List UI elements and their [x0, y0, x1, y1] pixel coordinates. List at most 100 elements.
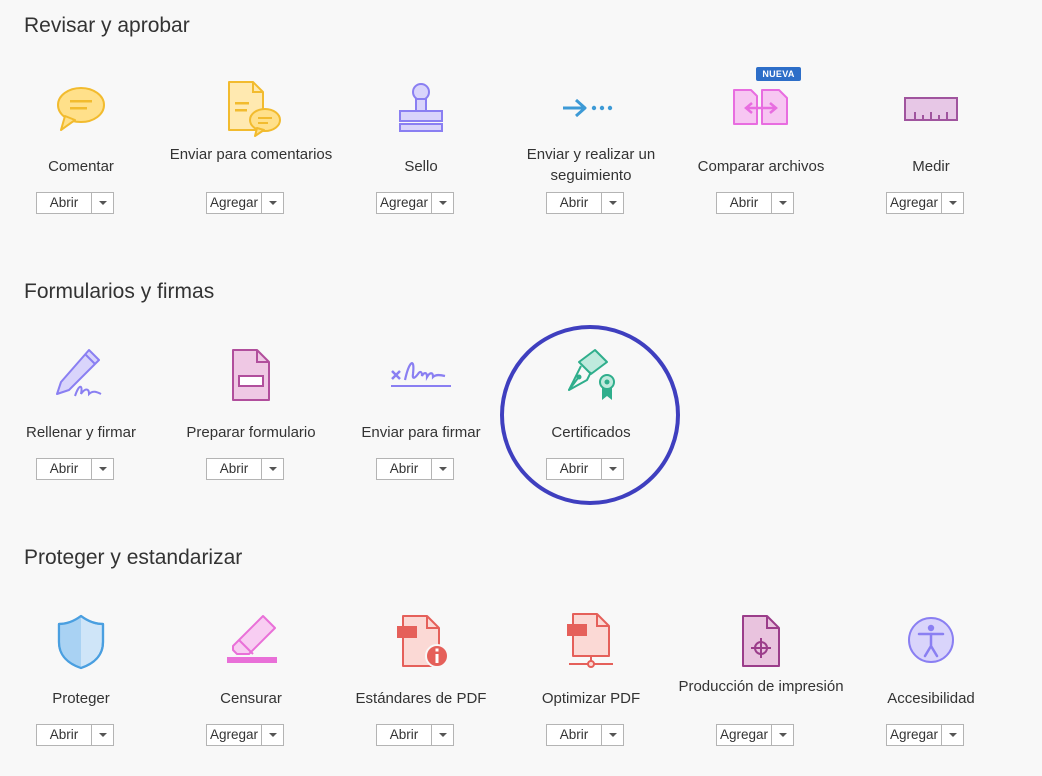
tool-button-group: Agregar	[886, 192, 964, 214]
add-button[interactable]: Agregar	[377, 193, 432, 213]
prepare-form-icon	[219, 344, 283, 408]
dropdown-button[interactable]	[602, 725, 623, 745]
dropdown-button[interactable]	[942, 193, 963, 213]
tool-label: Accesibilidad	[887, 690, 975, 707]
send-for-comments-icon	[219, 78, 283, 142]
tool-label: Censurar	[220, 690, 282, 707]
chevron-down-icon	[608, 201, 617, 205]
tool-send-for-comments[interactable]: Enviar para comentarios Agregar	[166, 78, 336, 228]
add-button[interactable]: Agregar	[207, 725, 262, 745]
tool-label: Rellenar y firmar	[25, 424, 137, 441]
open-button[interactable]: Abrir	[37, 725, 92, 745]
dropdown-button[interactable]	[262, 193, 283, 213]
dropdown-button[interactable]	[432, 459, 453, 479]
tool-button-group: Abrir	[376, 458, 454, 480]
tool-label: Producción de impresión	[678, 678, 844, 695]
tool-button-group: Agregar	[206, 724, 284, 746]
dropdown-button[interactable]	[92, 193, 113, 213]
tool-fill-and-sign[interactable]: Rellenar y firmar Abrir	[0, 344, 166, 494]
tool-button-group: Abrir	[716, 192, 794, 214]
tool-label: Medir	[912, 158, 950, 175]
tool-optimize-pdf[interactable]: Optimizar PDF Abrir	[506, 610, 676, 760]
section-title-forms: Formularios y firmas	[24, 280, 215, 303]
tool-label: Optimizar PDF	[541, 690, 641, 707]
send-and-track-icon	[559, 78, 623, 142]
tool-protect[interactable]: Proteger Abrir	[0, 610, 166, 760]
print-production-icon	[729, 610, 793, 674]
dropdown-button[interactable]	[942, 725, 963, 745]
tool-button-group: Abrir	[36, 192, 114, 214]
open-button[interactable]: Abrir	[377, 725, 432, 745]
tool-stamp[interactable]: Sello Agregar	[336, 78, 506, 228]
chevron-down-icon	[438, 467, 447, 471]
chevron-down-icon	[778, 201, 787, 205]
add-button[interactable]: Agregar	[887, 193, 942, 213]
redact-icon	[219, 610, 283, 674]
dropdown-button[interactable]	[432, 193, 453, 213]
open-button[interactable]: Abrir	[547, 193, 602, 213]
open-button[interactable]: Abrir	[377, 459, 432, 479]
tool-label: Comparar archivos	[697, 158, 825, 175]
tool-comment[interactable]: Comentar Abrir	[0, 78, 166, 228]
tool-button-group: Agregar	[886, 724, 964, 746]
tool-button-group: Abrir	[206, 458, 284, 480]
dropdown-button[interactable]	[92, 459, 113, 479]
tool-button-group: Abrir	[36, 724, 114, 746]
section-title-protect: Proteger y estandarizar	[24, 546, 243, 569]
tool-prepare-form[interactable]: Preparar formulario Abrir	[166, 344, 336, 494]
pdf-standards-icon	[389, 610, 453, 674]
dropdown-button[interactable]	[772, 725, 793, 745]
tool-compare-files[interactable]: Comparar archivos Abrir	[676, 78, 846, 228]
tool-button-group: Abrir	[376, 724, 454, 746]
tool-label: Estándares de PDF	[355, 690, 487, 707]
tool-label: Sello	[404, 158, 438, 175]
open-button[interactable]: Abrir	[717, 193, 772, 213]
tool-pdf-standards[interactable]: Estándares de PDF Abrir	[336, 610, 506, 760]
tool-send-for-signature[interactable]: Enviar para firmar Abrir	[336, 344, 506, 494]
chevron-down-icon	[268, 733, 277, 737]
tool-button-group: Agregar	[716, 724, 794, 746]
tool-measure[interactable]: Medir Agregar	[846, 78, 1016, 228]
compare-files-icon	[729, 78, 793, 142]
dropdown-button[interactable]	[772, 193, 793, 213]
tool-print-production[interactable]: Producción de impresión Agregar	[676, 610, 846, 760]
add-button[interactable]: Agregar	[207, 193, 262, 213]
dropdown-button[interactable]	[602, 193, 623, 213]
dropdown-button[interactable]	[92, 725, 113, 745]
highlight-circle-annotation	[500, 325, 680, 505]
add-button[interactable]: Agregar	[717, 725, 772, 745]
open-button[interactable]: Abrir	[207, 459, 262, 479]
accessibility-icon	[899, 610, 963, 674]
tool-send-and-track[interactable]: Enviar y realizar un seguimiento Abrir	[506, 78, 676, 228]
chevron-down-icon	[98, 467, 107, 471]
chevron-down-icon	[948, 733, 957, 737]
tool-accessibility[interactable]: Accesibilidad Agregar	[846, 610, 1016, 760]
tool-label: Enviar para comentarios	[169, 146, 333, 163]
dropdown-button[interactable]	[262, 725, 283, 745]
chevron-down-icon	[268, 201, 277, 205]
open-button[interactable]: Abrir	[37, 459, 92, 479]
send-for-signature-icon	[389, 344, 453, 408]
optimize-pdf-icon	[559, 610, 623, 674]
measure-icon	[899, 78, 963, 142]
tool-label: Proteger	[52, 690, 110, 707]
chevron-down-icon	[438, 201, 447, 205]
chevron-down-icon	[268, 467, 277, 471]
dropdown-button[interactable]	[432, 725, 453, 745]
section-title-review: Revisar y aprobar	[24, 14, 190, 37]
chevron-down-icon	[778, 733, 787, 737]
tool-button-group: Abrir	[546, 192, 624, 214]
tool-button-group: Agregar	[206, 192, 284, 214]
open-button[interactable]: Abrir	[547, 725, 602, 745]
chevron-down-icon	[98, 201, 107, 205]
tool-button-group: Agregar	[376, 192, 454, 214]
tool-label: Enviar y realizar un seguimiento	[526, 146, 656, 184]
open-button[interactable]: Abrir	[37, 193, 92, 213]
tool-redact[interactable]: Censurar Agregar	[166, 610, 336, 760]
tool-button-group: Abrir	[546, 724, 624, 746]
tool-button-group: Abrir	[36, 458, 114, 480]
chevron-down-icon	[98, 733, 107, 737]
tool-label: Comentar	[48, 158, 114, 175]
dropdown-button[interactable]	[262, 459, 283, 479]
add-button[interactable]: Agregar	[887, 725, 942, 745]
